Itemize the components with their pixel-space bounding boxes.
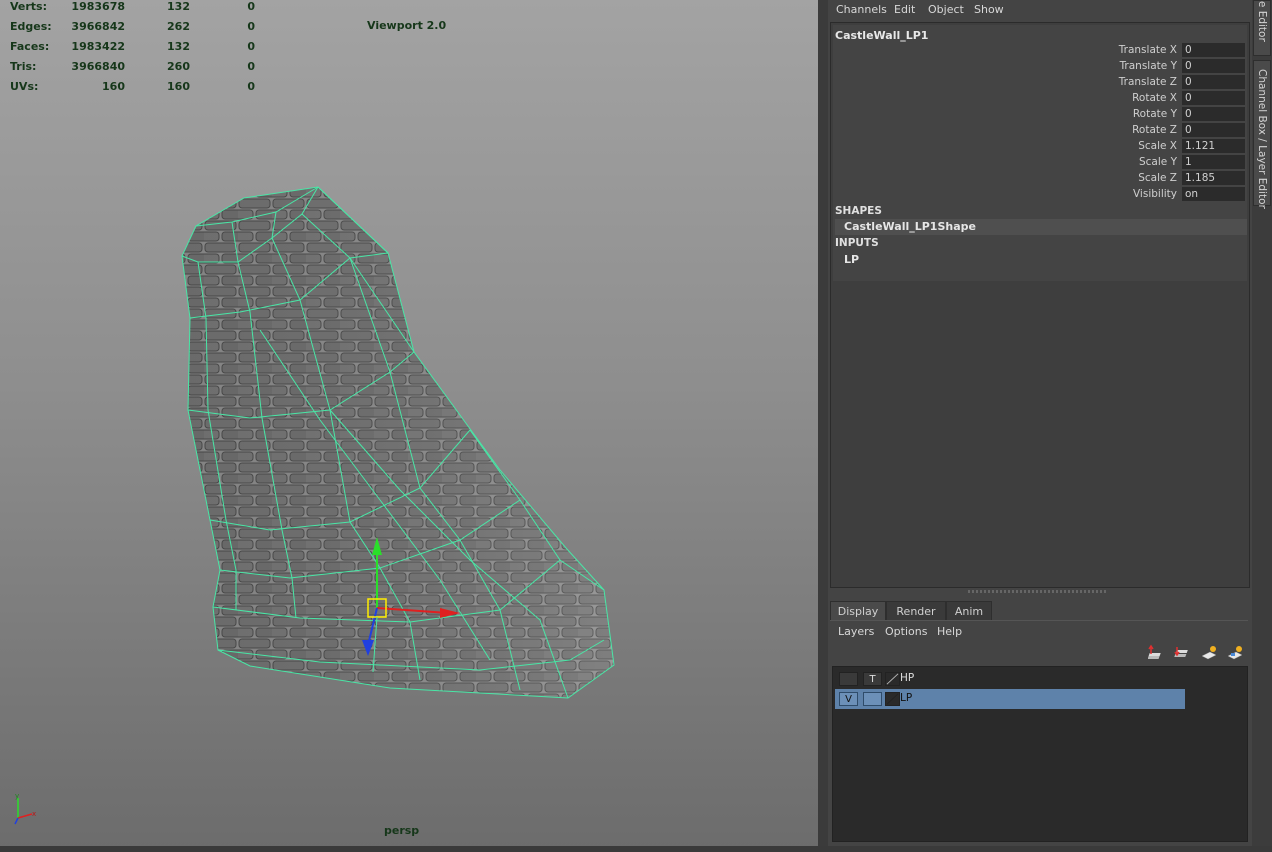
layer-name[interactable]: LP (900, 692, 912, 704)
tab-attribute-editor[interactable]: Attribute Editor (1253, 0, 1271, 56)
menu-show[interactable]: Show (974, 3, 1004, 16)
move-layer-down-icon[interactable] (1174, 644, 1192, 662)
attr-value-field[interactable]: 1.121 (1182, 139, 1245, 153)
attr-translate-y: Translate Y 0 (833, 59, 1247, 75)
attr-value-field[interactable]: 1 (1182, 155, 1245, 169)
castle-wall-mesh[interactable] (0, 0, 818, 852)
new-layer-icon[interactable] (1200, 644, 1218, 662)
tab-display[interactable]: Display (830, 601, 886, 621)
tab-channel-box-label: Channel Box / Layer Editor (1256, 69, 1268, 209)
camera-name-label: persp (384, 824, 420, 837)
attr-value-field[interactable]: 0 (1182, 123, 1245, 137)
inputs-header: INPUTS (835, 237, 879, 249)
attr-scale-y: Scale Y 1 (833, 155, 1247, 171)
menu-help[interactable]: Help (937, 625, 962, 638)
menu-options[interactable]: Options (885, 625, 927, 638)
layer-visibility-toggle[interactable] (839, 672, 858, 686)
menu-layers[interactable]: Layers (838, 625, 874, 638)
menu-edit[interactable]: Edit (894, 3, 915, 16)
move-layer-up-icon[interactable] (1148, 644, 1166, 662)
shape-node-row[interactable]: CastleWall_LP1Shape (835, 219, 1247, 235)
channel-box-layer-editor: Channels Edit Object Show CastleWall_LP1… (828, 0, 1252, 852)
tab-attribute-editor-label: Attribute Editor (1256, 0, 1268, 42)
attr-value-field[interactable]: 1.185 (1182, 171, 1245, 185)
attr-label[interactable]: Scale X (1138, 140, 1177, 152)
channel-box-menubar: Channels Edit Object Show (828, 0, 1252, 20)
attr-scale-x: Scale X 1.121 (833, 139, 1247, 155)
new-layer-selected-icon[interactable] (1226, 644, 1244, 662)
attr-value-field[interactable]: on (1182, 187, 1245, 201)
attr-label[interactable]: Translate X (1119, 44, 1177, 56)
layer-row-lp[interactable]: V LP (835, 689, 1185, 709)
layer-row-hp[interactable]: T HP (835, 669, 1185, 689)
tab-channel-box-layer-editor[interactable]: Channel Box / Layer Editor (1253, 60, 1271, 209)
layer-color-swatch-icon[interactable] (885, 672, 900, 686)
tab-anim[interactable]: Anim (946, 601, 992, 621)
layer-name[interactable]: HP (900, 672, 914, 684)
panel-separator[interactable] (818, 0, 828, 852)
viewport-3d[interactable]: Verts: 1983678 132 0 Edges: 3966842 262 … (0, 0, 818, 852)
shape-node-name[interactable]: CastleWall_LP1Shape (844, 220, 976, 233)
object-name[interactable]: CastleWall_LP1 (835, 29, 928, 42)
attr-label[interactable]: Translate Y (1120, 60, 1177, 72)
attr-value-field[interactable]: 0 (1182, 91, 1245, 105)
layer-editor-menubar: Layers Options Help (830, 620, 1248, 643)
menu-object[interactable]: Object (928, 3, 964, 16)
layer-type-toggle[interactable]: T (863, 672, 882, 686)
layer-list: T HP V LP (832, 666, 1248, 842)
attr-scale-z: Scale Z 1.185 (833, 171, 1247, 187)
attr-label[interactable]: Rotate Z (1132, 124, 1177, 136)
attr-label[interactable]: Scale Z (1138, 172, 1177, 184)
axis-indicator-icon: y x (14, 792, 36, 825)
attr-rotate-x: Rotate X 0 (833, 91, 1247, 107)
attr-translate-x: Translate X 0 (833, 43, 1247, 59)
menu-channels[interactable]: Channels (836, 3, 887, 16)
attr-rotate-y: Rotate Y 0 (833, 107, 1247, 123)
panel-splitter-handle[interactable] (968, 590, 1108, 593)
attr-label[interactable]: Rotate X (1132, 92, 1177, 104)
bottom-border (0, 846, 1272, 852)
attr-value-field[interactable]: 0 (1182, 59, 1245, 73)
tab-render[interactable]: Render (886, 601, 946, 621)
attr-label[interactable]: Visibility (1133, 188, 1177, 200)
attr-value-field[interactable]: 0 (1182, 75, 1245, 89)
attr-value-field[interactable]: 0 (1182, 107, 1245, 121)
attr-label[interactable]: Translate Z (1119, 76, 1177, 88)
attr-rotate-z: Rotate Z 0 (833, 123, 1247, 139)
input-node-name[interactable]: LP (844, 253, 859, 266)
channel-box: CastleWall_LP1 Translate X 0 Translate Y… (830, 22, 1250, 588)
layer-type-toggle[interactable] (863, 692, 882, 706)
layer-color-swatch-icon[interactable] (885, 692, 900, 706)
attr-value-field[interactable]: 0 (1182, 43, 1245, 57)
attr-visibility: Visibility on (833, 187, 1247, 203)
channel-box-contents: CastleWall_LP1 Translate X 0 Translate Y… (833, 25, 1247, 281)
side-tab-strip: Attribute Editor Channel Box / Layer Edi… (1252, 0, 1272, 852)
svg-text:y: y (15, 792, 19, 800)
attr-translate-z: Translate Z 0 (833, 75, 1247, 91)
svg-text:x: x (32, 810, 36, 818)
layer-visibility-toggle[interactable]: V (839, 692, 858, 706)
attr-label[interactable]: Scale Y (1139, 156, 1177, 168)
attr-label[interactable]: Rotate Y (1133, 108, 1177, 120)
shapes-header: SHAPES (835, 205, 882, 217)
